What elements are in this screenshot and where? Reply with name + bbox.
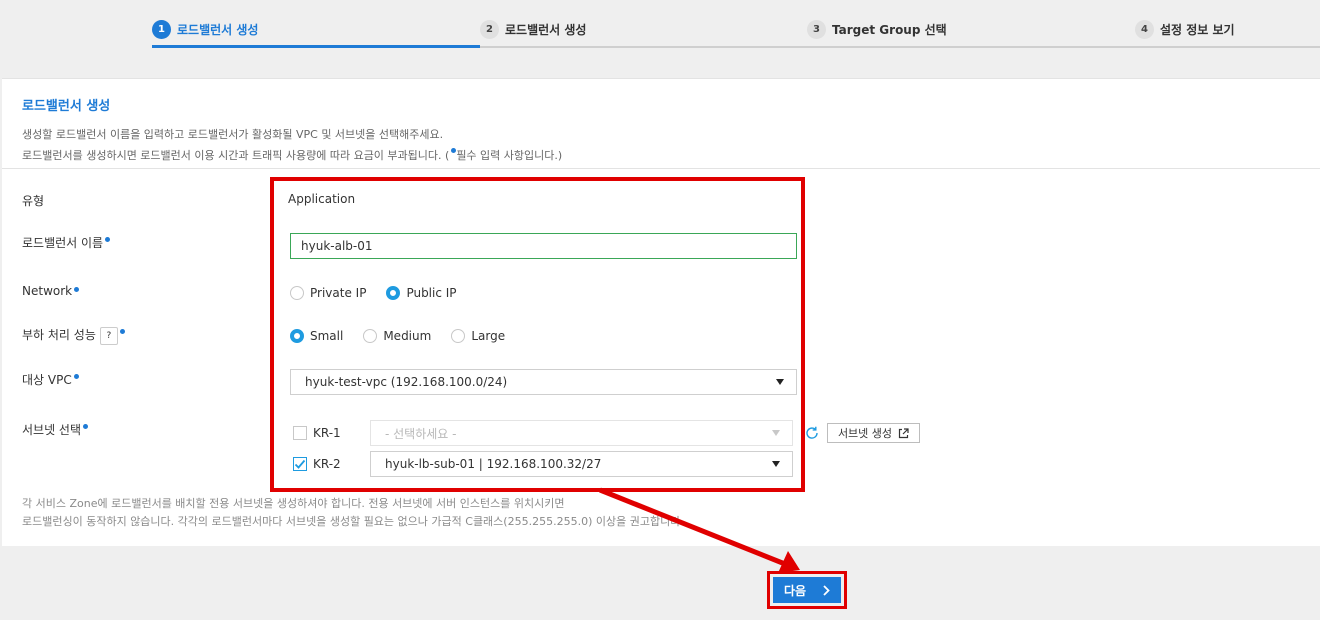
step-2-label: 로드밸런서 생성 bbox=[505, 22, 587, 37]
step-4: 4 설정 정보 보기 bbox=[1135, 19, 1235, 39]
load-balancer-form-card: 로드밸런서 생성 생성할 로드밸런서 이름을 입력하고 로드밸런서가 활성화될 … bbox=[2, 78, 1320, 546]
network-label-text: Network bbox=[22, 284, 73, 298]
section-desc-line-1: 생성할 로드밸런서 이름을 입력하고 로드밸런서가 활성화될 VPC 및 서브넷… bbox=[22, 128, 444, 141]
subnet-zone-kr2[interactable]: KR-2 bbox=[293, 457, 341, 471]
type-value: Application bbox=[288, 192, 356, 206]
step-1: 1 로드밸런서 생성 bbox=[152, 19, 258, 39]
performance-label-text: 부하 처리 성능 bbox=[22, 328, 96, 342]
subnet-label: 서브넷 선택 bbox=[22, 421, 89, 438]
checkbox-checked-icon[interactable] bbox=[293, 457, 307, 471]
required-dot-icon bbox=[105, 237, 111, 242]
footnote-line-1: 각 서비스 Zone에 로드밸런서를 배치할 전용 서브넷을 생성하셔야 합니다… bbox=[22, 497, 565, 510]
lb-name-input[interactable] bbox=[290, 233, 797, 259]
step-1-number: 1 bbox=[152, 19, 171, 39]
step-3-label: Target Group 선택 bbox=[832, 22, 947, 37]
performance-option-small-label: Small bbox=[310, 329, 344, 343]
section-description: 생성할 로드밸런서 이름을 입력하고 로드밸런서가 활성화될 VPC 및 서브넷… bbox=[22, 124, 1300, 166]
subnet-label-text: 서브넷 선택 bbox=[22, 423, 82, 437]
vpc-select-value: hyuk-test-vpc (192.168.100.0/24) bbox=[305, 375, 508, 389]
check-icon bbox=[294, 459, 306, 469]
type-label: 유형 bbox=[22, 194, 45, 208]
step-2-number: 2 bbox=[480, 19, 499, 39]
network-option-public-ip[interactable]: Public IP bbox=[386, 286, 457, 300]
network-option-private-ip[interactable]: Private IP bbox=[290, 286, 366, 300]
performance-option-medium[interactable]: Medium bbox=[363, 329, 431, 343]
wizard-stepper: 1 로드밸런서 생성 2 로드밸런서 생성 3 Target Group 선택 … bbox=[0, 0, 1320, 48]
subnet-zone-kr1[interactable]: KR-1 bbox=[293, 426, 341, 440]
performance-option-large-label: Large bbox=[471, 329, 506, 343]
next-button-highlight: 다음 bbox=[767, 571, 847, 609]
radio-off-icon bbox=[451, 329, 466, 343]
subnet-kr1-select-value: - 선택하세요 - bbox=[385, 426, 457, 441]
radio-on-icon bbox=[386, 286, 401, 300]
required-dot-icon bbox=[83, 424, 89, 429]
external-link-icon bbox=[898, 427, 909, 438]
performance-option-medium-label: Medium bbox=[383, 329, 432, 343]
step-3: 3 Target Group 선택 bbox=[807, 19, 947, 39]
caret-down-icon bbox=[776, 379, 784, 385]
next-button[interactable]: 다음 bbox=[773, 577, 841, 603]
performance-option-small[interactable]: Small bbox=[290, 329, 343, 343]
radio-off-icon bbox=[290, 286, 304, 300]
section-desc-line-2-prefix: 로드밸런서를 생성하시면 로드밸런서 이용 시간과 트래픽 사용량에 따라 요금… bbox=[22, 149, 450, 162]
performance-label: 부하 처리 성능? bbox=[22, 326, 125, 345]
subnet-kr2-select[interactable]: hyuk-lb-sub-01 | 192.168.100.32/27 bbox=[370, 451, 793, 477]
caret-down-icon bbox=[772, 461, 780, 467]
subnet-zone-kr2-label: KR-2 bbox=[313, 457, 341, 471]
footnote-line-2: 로드밸런싱이 동작하지 않습니다. 각각의 로드밸런서마다 서브넷을 생성할 필… bbox=[22, 515, 684, 528]
section-desc-line-2: 로드밸런서를 생성하시면 로드밸런서 이용 시간과 트래픽 사용량에 따라 요금… bbox=[22, 145, 1300, 166]
vpc-label-text: 대상 VPC bbox=[22, 373, 72, 387]
step-4-label: 설정 정보 보기 bbox=[1160, 22, 1235, 37]
caret-down-icon bbox=[772, 430, 780, 436]
performance-option-large[interactable]: Large bbox=[451, 329, 505, 343]
section-desc-line-2-suffix: 필수 입력 사항입니다.) bbox=[456, 149, 563, 162]
radio-on-icon bbox=[290, 329, 304, 343]
step-4-number: 4 bbox=[1135, 19, 1154, 39]
network-label: Network bbox=[22, 284, 80, 298]
subnet-kr1-select[interactable]: - 선택하세요 - bbox=[370, 420, 793, 446]
network-radio-group: Private IP Public IP bbox=[290, 285, 477, 301]
network-option-private-ip-label: Private IP bbox=[310, 286, 367, 300]
radio-off-icon bbox=[363, 329, 378, 343]
checkbox-unchecked-icon[interactable] bbox=[293, 426, 307, 440]
required-dot-icon bbox=[119, 329, 125, 334]
subnet-kr2-select-value: hyuk-lb-sub-01 | 192.168.100.32/27 bbox=[385, 457, 602, 471]
lb-name-label-text: 로드밸런서 이름 bbox=[22, 236, 104, 250]
section-header: 로드밸런서 생성 생성할 로드밸런서 이름을 입력하고 로드밸런서가 활성화될 … bbox=[2, 79, 1320, 169]
network-option-public-ip-label: Public IP bbox=[406, 286, 457, 300]
subnet-zone-kr1-label: KR-1 bbox=[313, 426, 341, 440]
question-icon[interactable]: ? bbox=[99, 326, 118, 345]
next-button-label: 다음 bbox=[783, 583, 807, 598]
chevron-right-icon bbox=[823, 584, 830, 596]
vpc-label: 대상 VPC bbox=[22, 371, 79, 388]
refresh-icon[interactable] bbox=[804, 425, 820, 441]
create-subnet-button[interactable]: 서브넷 생성 bbox=[827, 423, 920, 443]
stepper-track-active bbox=[152, 45, 480, 48]
create-subnet-button-label: 서브넷 생성 bbox=[837, 427, 893, 440]
step-3-number: 3 bbox=[807, 19, 826, 39]
required-dot-icon bbox=[74, 287, 80, 292]
subnet-footnote: 각 서비스 Zone에 로드밸런서를 배치할 전용 서브넷을 생성하셔야 합니다… bbox=[22, 495, 684, 531]
step-1-label: 로드밸런서 생성 bbox=[177, 22, 259, 37]
section-title: 로드밸런서 생성 bbox=[22, 99, 111, 114]
lb-name-label: 로드밸런서 이름 bbox=[22, 234, 111, 251]
performance-radio-group: Small Medium Large bbox=[290, 328, 525, 344]
step-2: 2 로드밸런서 생성 bbox=[480, 19, 586, 39]
vpc-select[interactable]: hyuk-test-vpc (192.168.100.0/24) bbox=[290, 369, 797, 395]
required-dot-icon bbox=[73, 374, 79, 379]
